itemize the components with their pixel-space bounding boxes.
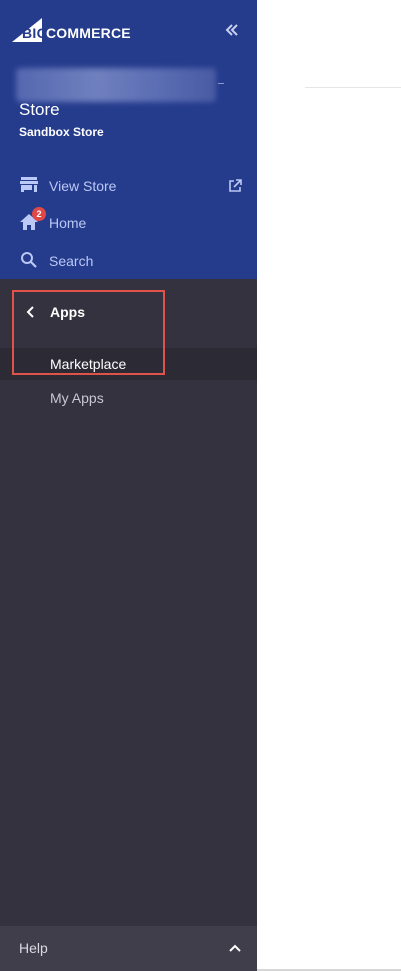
nav-view-store[interactable]: View Store bbox=[19, 175, 244, 197]
nav-label-search: Search bbox=[49, 253, 94, 269]
help-label: Help bbox=[19, 940, 48, 956]
store-type: Sandbox Store bbox=[19, 125, 104, 139]
nav-home[interactable]: 2 Home bbox=[19, 207, 244, 234]
logo-big-text: BIG bbox=[22, 25, 48, 41]
highlight-annotation bbox=[12, 290, 165, 375]
storefront-icon bbox=[19, 176, 41, 196]
logo-commerce-text: COMMERCE bbox=[46, 25, 131, 41]
sidebar-header: BIG COMMERCE Store Sandbox Store View St… bbox=[0, 0, 257, 279]
store-name: Store bbox=[19, 100, 60, 119]
notification-badge: 2 bbox=[32, 207, 46, 221]
chevron-up-icon[interactable] bbox=[228, 940, 242, 958]
blurred-store-url bbox=[16, 68, 216, 102]
external-link-icon[interactable] bbox=[228, 179, 242, 196]
bigcommerce-logo[interactable]: BIG COMMERCE bbox=[12, 18, 142, 44]
content-divider bbox=[305, 87, 401, 88]
collapse-sidebar-icon[interactable] bbox=[222, 22, 242, 42]
nav-label-view-store: View Store bbox=[49, 178, 117, 194]
blurred-dash bbox=[218, 83, 224, 84]
nav-search[interactable]: Search bbox=[19, 250, 244, 272]
home-icon: 2 bbox=[19, 207, 46, 233]
help-menu[interactable]: Help bbox=[0, 926, 257, 971]
search-icon bbox=[19, 251, 41, 271]
subnav-label-my-apps: My Apps bbox=[50, 390, 104, 406]
nav-label-home: Home bbox=[49, 215, 87, 231]
subnav-item-my-apps[interactable]: My Apps bbox=[0, 382, 257, 414]
sidebar: BIG COMMERCE Store Sandbox Store View St… bbox=[0, 0, 257, 971]
